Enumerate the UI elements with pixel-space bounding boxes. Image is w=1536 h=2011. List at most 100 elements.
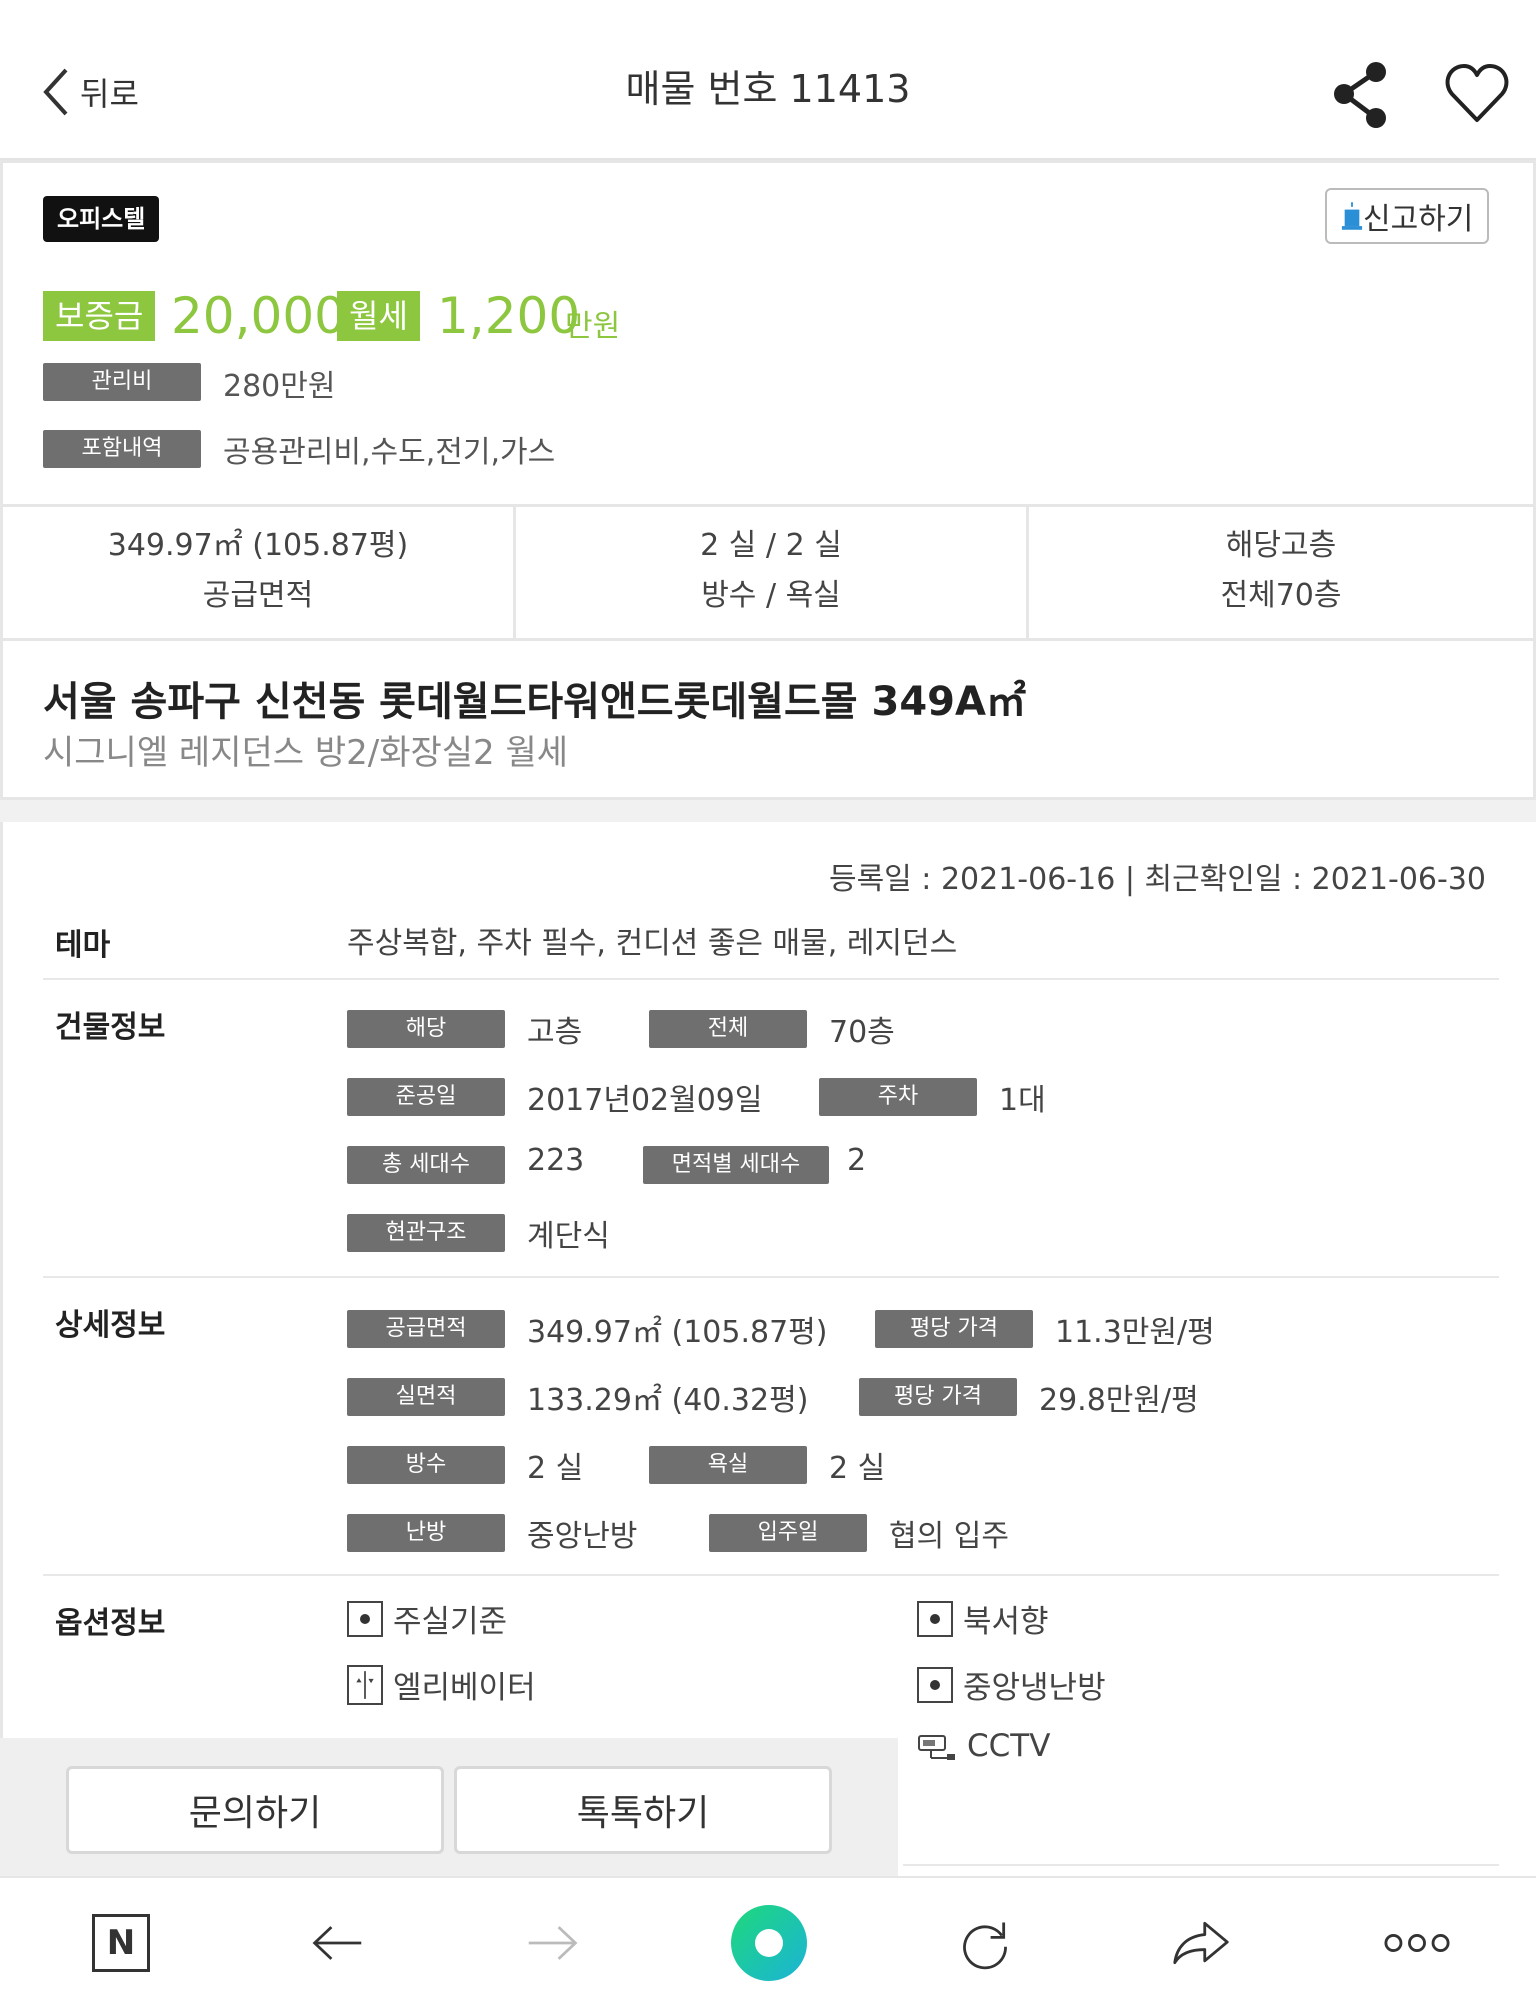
- real-price-per-pyeong-value: 29.8만원/평: [1039, 1383, 1199, 1418]
- building-info-label: 건물정보: [55, 1010, 166, 1045]
- floor-tag: 해당: [347, 1010, 505, 1048]
- summary-stats: 349.97㎡ (105.87평) 공급면적 2 실 / 2 실 방수 / 욕실…: [0, 504, 1536, 642]
- area-households-value: 2: [847, 1143, 867, 1178]
- option-label: CCTV: [967, 1728, 1051, 1764]
- area-households-tag: 면적별 세대수: [643, 1146, 829, 1184]
- radio-dot-icon: [917, 1600, 953, 1637]
- stat-floor-value: 해당고층: [1225, 528, 1337, 563]
- options-label: 옵션정보: [55, 1606, 166, 1641]
- move-in-value: 협의 입주: [889, 1519, 1009, 1554]
- more-button[interactable]: [1372, 1898, 1462, 1988]
- listing-title: 서울 송파구 신천동 롯데월드타워앤드롯데월드몰 349A㎡: [43, 679, 1026, 725]
- option-label: 중앙냉난방: [963, 1670, 1106, 1706]
- stat-floor-label: 전체70층: [1220, 578, 1342, 613]
- arrow-left-icon: [312, 1926, 362, 1960]
- bathrooms-tag: 욕실: [649, 1446, 807, 1484]
- more-icon: [1384, 1934, 1450, 1952]
- naver-icon: N: [92, 1914, 150, 1972]
- nav-back-button[interactable]: [292, 1898, 382, 1988]
- radio-dot-icon: [347, 1600, 383, 1637]
- stat-rooms-value: 2 실 / 2 실: [700, 528, 842, 563]
- price-per-pyeong-tag: 평당 가격: [875, 1310, 1033, 1348]
- option-item: 북서향: [917, 1596, 1049, 1641]
- maintenance-value: 280만원: [223, 369, 336, 404]
- deposit-value: 20,000: [171, 287, 346, 345]
- included-tag: 포함내역: [43, 430, 201, 468]
- section-gap: [0, 800, 1536, 822]
- browser-bottom-nav: N: [0, 1876, 1536, 2011]
- radio-dot-icon: [917, 1666, 953, 1703]
- divider: [903, 1864, 1499, 1866]
- completion-tag: 준공일: [347, 1078, 505, 1116]
- theme-label: 테마: [55, 928, 111, 963]
- share-icon[interactable]: [1328, 60, 1394, 130]
- action-bar: 문의하기 톡톡하기: [0, 1738, 898, 1876]
- heating-value: 중앙난방: [527, 1519, 638, 1554]
- real-price-per-pyeong-tag: 평당 가격: [859, 1378, 1017, 1416]
- included-value: 공용관리비,수도,전기,가스: [223, 435, 556, 470]
- divider: [43, 1276, 1499, 1278]
- completion-value: 2017년02월09일: [527, 1083, 763, 1118]
- detail-section: 등록일 : 2021-06-16 | 최근확인일 : 2021-06-30 테마…: [0, 822, 1536, 1876]
- green-dot-button[interactable]: [724, 1898, 814, 1988]
- option-label: 엘리베이터: [393, 1670, 536, 1706]
- listing-title-card: 서울 송파구 신천동 롯데월드타워앤드롯데월드몰 349A㎡ 시그니엘 레지던스…: [0, 638, 1536, 800]
- option-item: 엘리베이터: [347, 1662, 536, 1707]
- inquiry-button[interactable]: 문의하기: [66, 1766, 444, 1854]
- rooms-tag: 방수: [347, 1446, 505, 1484]
- report-button[interactable]: 신고하기: [1325, 188, 1490, 244]
- bathrooms-value: 2 실: [829, 1451, 886, 1486]
- share-nav-button[interactable]: [1156, 1898, 1246, 1988]
- nav-forward-button[interactable]: [508, 1898, 598, 1988]
- deposit-tag: 보증금: [43, 291, 156, 341]
- floor-value: 고층: [527, 1015, 583, 1050]
- divider: [43, 1574, 1499, 1576]
- page-title: 매물 번호 11413: [625, 67, 911, 111]
- stat-area-value: 349.97㎡ (105.87평): [107, 528, 409, 563]
- naver-home-button[interactable]: N: [76, 1898, 166, 1988]
- option-item: 주실기준: [347, 1596, 507, 1641]
- option-item: 중앙냉난방: [917, 1662, 1106, 1707]
- households-tag: 총 세대수: [347, 1146, 505, 1184]
- top-header: 뒤로 매물 번호 11413: [0, 0, 1536, 160]
- divider: [43, 978, 1499, 980]
- cctv-icon: [917, 1728, 957, 1764]
- stat-area: 349.97㎡ (105.87평) 공급면적: [3, 507, 516, 639]
- option-label: 북서향: [963, 1604, 1049, 1640]
- price-unit: 만원: [565, 309, 621, 344]
- supply-area-tag: 공급면적: [347, 1310, 505, 1348]
- talk-button[interactable]: 톡톡하기: [454, 1766, 832, 1854]
- entrance-value: 계단식: [527, 1219, 610, 1254]
- refresh-button[interactable]: [940, 1898, 1030, 1988]
- heating-tag: 난방: [347, 1514, 505, 1552]
- households-value: 223: [527, 1143, 585, 1178]
- arrow-right-icon: [528, 1926, 578, 1960]
- property-type-badge: 오피스텔: [43, 196, 160, 242]
- real-area-tag: 실면적: [347, 1378, 505, 1416]
- rent-tag: 월세: [337, 291, 420, 341]
- total-floor-tag: 전체: [649, 1010, 807, 1048]
- stat-rooms-label: 방수 / 욕실: [701, 578, 841, 613]
- move-in-tag: 입주일: [709, 1514, 867, 1552]
- supply-area-value: 349.97㎡ (105.87평): [527, 1315, 828, 1350]
- heart-icon[interactable]: [1444, 62, 1510, 126]
- listing-dates: 등록일 : 2021-06-16 | 최근확인일 : 2021-06-30: [828, 862, 1486, 897]
- stat-area-label: 공급면적: [202, 578, 314, 613]
- real-area-value: 133.29㎡ (40.32평): [527, 1383, 809, 1418]
- price-per-pyeong-value: 11.3만원/평: [1055, 1315, 1215, 1350]
- maintenance-tag: 관리비: [43, 363, 201, 401]
- refresh-icon: [963, 1922, 1007, 1970]
- theme-value: 주상복합, 주차 필수, 컨디션 좋은 매물, 레지던스: [347, 926, 958, 961]
- share-arrow-icon: [1173, 1921, 1229, 1965]
- rooms-value: 2 실: [527, 1451, 584, 1486]
- option-item: CCTV: [917, 1728, 1050, 1764]
- siren-icon: [1341, 202, 1363, 230]
- detail-info-label: 상세정보: [55, 1308, 166, 1343]
- entrance-tag: 현관구조: [347, 1214, 505, 1252]
- stat-rooms: 2 실 / 2 실 방수 / 욕실: [516, 507, 1029, 639]
- green-dot-icon: [731, 1905, 807, 1981]
- rent-value: 1,200: [437, 287, 581, 345]
- parking-value: 1대: [999, 1083, 1046, 1118]
- option-label: 주실기준: [393, 1604, 508, 1640]
- report-label: 신고하기: [1363, 202, 1474, 237]
